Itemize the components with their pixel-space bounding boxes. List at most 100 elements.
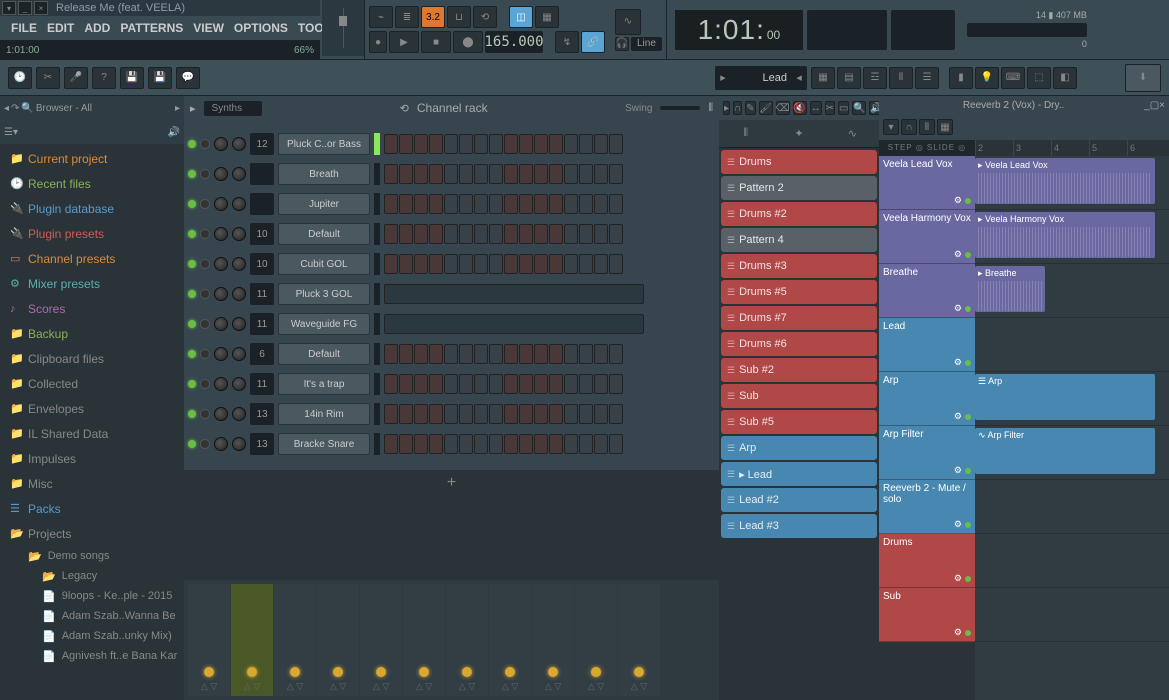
step-button[interactable]: [399, 224, 413, 244]
channel-select[interactable]: [374, 253, 380, 275]
step-button[interactable]: [594, 164, 608, 184]
step-button[interactable]: [579, 134, 593, 154]
channel-mute[interactable]: [200, 289, 210, 299]
wave-icon[interactable]: ∿: [615, 9, 641, 35]
step-button[interactable]: [534, 344, 548, 364]
channel-vol[interactable]: [232, 377, 246, 391]
swing-slider[interactable]: [660, 106, 700, 110]
browser-sub-item[interactable]: 📄Agnivesh ft..e Bana Kar: [2, 646, 182, 666]
channel-pan[interactable]: [214, 347, 228, 361]
step-button[interactable]: [489, 194, 503, 214]
channel-pan[interactable]: [214, 317, 228, 331]
channel-mute[interactable]: [200, 409, 210, 419]
channel-name-button[interactable]: 14in Rim: [278, 403, 370, 425]
cr-options-icon[interactable]: ⫴: [708, 102, 713, 115]
browser-item[interactable]: 🔌Plugin presets: [2, 221, 182, 246]
track-header[interactable]: Lead⚙: [879, 318, 975, 372]
channel-led[interactable]: [188, 380, 196, 388]
browser-item[interactable]: 📁Envelopes: [2, 396, 182, 421]
channel-mute[interactable]: [200, 439, 210, 449]
channel-vol[interactable]: [232, 347, 246, 361]
step-button[interactable]: [384, 164, 398, 184]
step-button[interactable]: [474, 134, 488, 154]
browser-item[interactable]: 📁Backup: [2, 321, 182, 346]
channel-select[interactable]: [374, 223, 380, 245]
close-windows-icon[interactable]: ⬚: [1027, 67, 1051, 89]
browser-item[interactable]: 📁Misc: [2, 471, 182, 496]
channel-pan[interactable]: [214, 137, 228, 151]
step-button[interactable]: [399, 194, 413, 214]
channel-mixer-track[interactable]: 6: [250, 343, 274, 365]
tab-audio-icon[interactable]: ✦: [784, 124, 814, 144]
pattern-item[interactable]: ☰Sub #5: [721, 410, 877, 434]
playlist-clip[interactable]: ☰ Arp: [975, 374, 1155, 420]
pattern-item[interactable]: ☰Arp: [721, 436, 877, 460]
step-button[interactable]: [594, 404, 608, 424]
mixer-track[interactable]: △ ▽: [532, 584, 574, 696]
step-button[interactable]: [459, 344, 473, 364]
step-button[interactable]: [429, 404, 443, 424]
browser-search-icon[interactable]: 🔍: [21, 103, 33, 114]
channel-led[interactable]: [188, 230, 196, 238]
track-header[interactable]: Veela Harmony Vox⚙: [879, 210, 975, 264]
pat-song-toggle[interactable]: ●: [369, 31, 387, 53]
picker-zoom-icon[interactable]: 🔍: [852, 101, 866, 115]
channel-select[interactable]: [374, 373, 380, 395]
undo-history-icon[interactable]: 🕑: [8, 67, 32, 89]
step-button[interactable]: [579, 374, 593, 394]
step-button[interactable]: [414, 224, 428, 244]
step-button[interactable]: [594, 344, 608, 364]
step-button[interactable]: [414, 194, 428, 214]
step-button[interactable]: [384, 134, 398, 154]
step-button[interactable]: [519, 344, 533, 364]
step-button[interactable]: [489, 224, 503, 244]
browser-fwd-icon[interactable]: ↷: [11, 103, 19, 114]
step-button[interactable]: [459, 134, 473, 154]
step-button[interactable]: [444, 254, 458, 274]
step-button[interactable]: [519, 194, 533, 214]
cut-icon[interactable]: ✂: [36, 67, 60, 89]
step-button[interactable]: [429, 434, 443, 454]
step-button[interactable]: [579, 344, 593, 364]
pl-magnet-icon[interactable]: ∩: [901, 119, 917, 135]
playlist-clip[interactable]: ▸ Veela Harmony Vox: [975, 212, 1155, 258]
step-button[interactable]: [534, 374, 548, 394]
step-button[interactable]: [414, 164, 428, 184]
step-button[interactable]: [534, 164, 548, 184]
browser-item[interactable]: ⚙Mixer presets: [2, 271, 182, 296]
plugin-picker-icon[interactable]: ▮: [949, 67, 973, 89]
step-button[interactable]: [519, 254, 533, 274]
pattern-item[interactable]: ☰Drums #5: [721, 280, 877, 304]
channel-mute[interactable]: [200, 169, 210, 179]
step-button[interactable]: [429, 194, 443, 214]
channel-pan[interactable]: [214, 437, 228, 451]
song-position[interactable]: 1:01: 00: [675, 10, 803, 50]
step-button[interactable]: [579, 404, 593, 424]
track-lane[interactable]: ▸ Breathe: [975, 264, 1169, 318]
menu-patterns[interactable]: PATTERNS: [115, 19, 188, 37]
step-button[interactable]: [384, 254, 398, 274]
mixer-track[interactable]: △ ▽: [618, 584, 660, 696]
browser-item[interactable]: ♪Scores: [2, 296, 182, 321]
arrange-windows-icon[interactable]: ◧: [1053, 67, 1077, 89]
channel-vol[interactable]: [232, 317, 246, 331]
browser-item[interactable]: 📁Current project: [2, 146, 182, 171]
step-button[interactable]: [609, 254, 623, 274]
pl-piano-icon[interactable]: ⦀: [919, 119, 935, 135]
step-button[interactable]: [414, 254, 428, 274]
browser-back-icon[interactable]: ◂: [4, 103, 9, 114]
menu-edit[interactable]: EDIT: [42, 19, 79, 37]
channel-pan[interactable]: [214, 257, 228, 271]
channel-select[interactable]: [374, 163, 380, 185]
step-button[interactable]: [399, 404, 413, 424]
step-button[interactable]: [474, 164, 488, 184]
step-button[interactable]: [399, 254, 413, 274]
mixer-track[interactable]: △ ▽: [188, 584, 230, 696]
channel-select[interactable]: [374, 313, 380, 335]
close-icon[interactable]: ×: [34, 1, 48, 15]
menu-file[interactable]: FILE: [6, 19, 42, 37]
step-button[interactable]: [429, 254, 443, 274]
channel-mute[interactable]: [200, 319, 210, 329]
step-button[interactable]: [444, 344, 458, 364]
picker-slice-icon[interactable]: ✂: [825, 101, 835, 115]
